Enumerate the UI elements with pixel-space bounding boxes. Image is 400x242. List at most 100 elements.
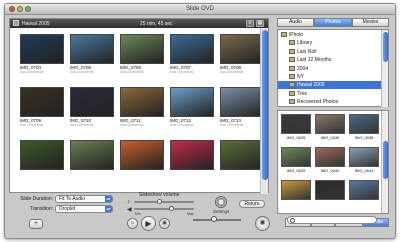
- slideshow-photo[interactable]: IMG_0705 Add comments: [70, 34, 114, 74]
- slideshow-photo[interactable]: IMG_0707 Add comments: [170, 34, 214, 74]
- audio-volume-slider[interactable]: [134, 208, 194, 210]
- photo-thumbnail: [349, 147, 379, 167]
- slideshow-photo[interactable]: IMG_0712 Add comments: [170, 87, 214, 127]
- browser-photo[interactable]: IMG_0638: [349, 114, 379, 140]
- photo-thumbnail: [170, 87, 214, 117]
- photo-comment: Add comments: [120, 123, 144, 127]
- browser-photo[interactable]: [281, 180, 311, 201]
- return-button[interactable]: Return: [239, 200, 265, 208]
- photo-grid-scrollbar[interactable]: [260, 28, 268, 194]
- photo-search-input[interactable]: [287, 216, 377, 224]
- slideshow-photo[interactable]: [20, 140, 64, 171]
- photo-grid: IMG_0704 Add comments IMG_0705 Add comments…: [10, 28, 264, 194]
- photo-comment: Add comments: [170, 123, 194, 127]
- browser-photo[interactable]: IMG_0635: [281, 114, 311, 140]
- slideshow-duration: 25 min, 45 sec: [140, 21, 173, 27]
- browser-photo[interactable]: IMG_0636: [315, 114, 345, 140]
- photo-browser-scrollbar[interactable]: [381, 111, 388, 213]
- source-list-item[interactable]: Last Roll: [278, 48, 382, 56]
- photo-thumbnail: [220, 87, 264, 117]
- album-icon: [289, 40, 295, 46]
- slideshow-photo[interactable]: IMG_0710 Add comments: [70, 87, 114, 127]
- music-volume-knob[interactable]: [157, 199, 162, 204]
- album-icon: [289, 65, 295, 71]
- view-grid-button[interactable]: ▦: [256, 20, 264, 27]
- source-list-label: Recovered Photos: [297, 99, 339, 106]
- source-list-scrollbar[interactable]: [381, 30, 388, 107]
- scrollbar-thumb[interactable]: [383, 32, 388, 62]
- view-list-button[interactable]: ≡: [246, 20, 254, 27]
- slideshow-photo[interactable]: IMG_0709 Add comments: [20, 87, 64, 127]
- slideshow-photo[interactable]: IMG_0706 Add comments: [120, 34, 164, 74]
- iphoto-icon: [281, 32, 287, 37]
- grid-icon: ▦: [257, 20, 263, 26]
- photo-thumbnail: [70, 140, 114, 170]
- browser-photo[interactable]: IMG_0639: [281, 147, 311, 173]
- motion-button[interactable]: ☼: [127, 218, 138, 229]
- settings-gear-icon[interactable]: [215, 196, 227, 208]
- music-note-icon: ♪: [127, 199, 130, 205]
- motion-icon: ☼: [129, 220, 136, 226]
- slideshow-photo[interactable]: [220, 140, 264, 171]
- source-list-item[interactable]: Hawaii 2005: [278, 81, 382, 90]
- tab-audio[interactable]: Audio: [277, 18, 314, 27]
- source-list-item[interactable]: Last 12 Months: [278, 56, 382, 64]
- source-list-label: Library: [297, 40, 313, 47]
- source-list-item[interactable]: NY: [278, 73, 382, 81]
- burn-button[interactable]: ✺: [255, 216, 270, 231]
- album-icon: [13, 20, 19, 26]
- tab-photos[interactable]: Photos: [314, 18, 352, 27]
- audio-volume-knob[interactable]: [169, 206, 174, 211]
- source-list-label: Tree: [297, 90, 308, 97]
- tab-movies-label: Movies: [362, 19, 379, 25]
- add-button[interactable]: +: [29, 219, 43, 229]
- media-browser: Audio Photos Movies Recovered Photos Tree…: [273, 18, 393, 224]
- browser-photo[interactable]: IMG_0644: [349, 147, 379, 173]
- scrollbar-thumb[interactable]: [262, 30, 268, 180]
- slideshow-photo[interactable]: IMG_0708 Add comments: [220, 34, 264, 74]
- slideshow-photo[interactable]: IMG_0711 Add comments: [120, 87, 164, 127]
- slideshow-button[interactable]: ▣: [159, 218, 170, 229]
- photo-thumbnail: [349, 180, 379, 200]
- scrollbar-thumb[interactable]: [383, 141, 388, 179]
- source-list-item[interactable]: iPhoto: [278, 31, 382, 39]
- tab-movies[interactable]: Movies: [352, 18, 389, 27]
- chevron-updown-icon: ▴▾: [105, 206, 112, 212]
- source-list-item[interactable]: Library: [278, 39, 382, 47]
- album-icon: [289, 48, 295, 54]
- photo-comment: Add comments: [120, 70, 144, 74]
- source-list-item[interactable]: Tree: [278, 90, 382, 98]
- preview-volume-slider[interactable]: [193, 219, 241, 221]
- slideshow-icon: ▣: [162, 220, 167, 226]
- browser-photo[interactable]: [349, 180, 379, 201]
- tab-photos-label: Photos: [325, 19, 341, 25]
- slideshow-photo[interactable]: [70, 140, 114, 171]
- slide-duration-popup[interactable]: Fit To Audio ▴▾: [55, 195, 113, 203]
- slideshow-photo[interactable]: [170, 140, 214, 171]
- slideshow-photo[interactable]: [120, 140, 164, 171]
- slideshow-photo[interactable]: IMG_0704 Add comments: [20, 34, 64, 74]
- music-volume-slider[interactable]: [134, 201, 194, 203]
- app-window: Slide OVD Hawaii 2005 25 min, 45 sec ≡ ▦…: [4, 3, 396, 239]
- preview-volume-knob[interactable]: [211, 216, 217, 222]
- source-list-label: Last Roll: [297, 48, 317, 55]
- browser-photo[interactable]: IMG_0640: [315, 147, 345, 173]
- photo-thumbnail: [20, 140, 64, 170]
- plus-icon: +: [33, 220, 39, 227]
- photo-comment: Add comments: [70, 123, 94, 127]
- photo-thumbnail: [349, 114, 379, 134]
- transition-popup[interactable]: Droplet ▴▾: [55, 205, 113, 213]
- photo-name: IMG_0636: [320, 135, 340, 140]
- photo-thumbnail: [120, 87, 164, 117]
- photo-comment: Add comments: [170, 70, 194, 74]
- play-button[interactable]: ▶: [141, 216, 156, 231]
- slideshow-editor: Hawaii 2005 25 min, 45 sec ≡ ▦ IMG_0704 A…: [9, 18, 269, 194]
- slideshow-photo[interactable]: IMG_0713 Add comments: [220, 87, 264, 127]
- album-icon: [289, 82, 295, 88]
- photo-comment: Add comments: [20, 70, 44, 74]
- source-list-item[interactable]: 2004: [278, 65, 382, 73]
- photo-name: IMG_0640: [320, 168, 340, 173]
- browser-photo[interactable]: [315, 180, 345, 201]
- album-icon: [289, 74, 295, 79]
- source-list-item[interactable]: Recovered Photos: [278, 98, 382, 106]
